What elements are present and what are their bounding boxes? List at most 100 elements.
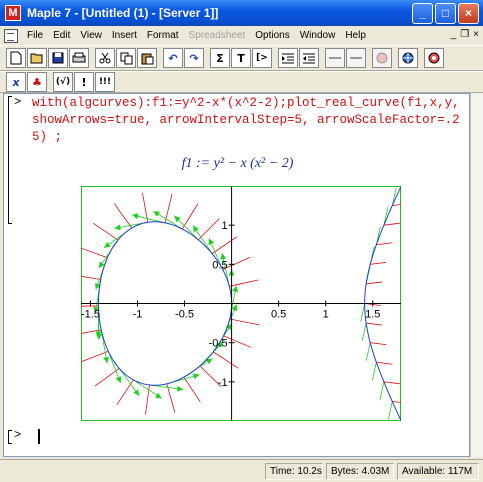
tangent-arrowhead <box>176 385 184 392</box>
cut-icon[interactable] <box>95 48 115 68</box>
paste-icon[interactable] <box>137 48 157 68</box>
vertical-scrollbar[interactable] <box>470 93 483 457</box>
tangent-arrowhead <box>232 285 239 293</box>
tangent-arrow <box>379 381 385 400</box>
normal-arrow <box>213 351 239 369</box>
prompt-icon[interactable]: [> <box>252 48 272 68</box>
tangent-arrowhead <box>104 241 111 248</box>
x-tick-label: -1 <box>133 309 143 321</box>
tangent-arrow <box>360 303 366 322</box>
normal-arrow <box>198 218 220 241</box>
main-toolbar: ↶ ↷ Σ T [> <box>0 45 483 71</box>
undo-icon[interactable]: ↶ <box>163 48 183 68</box>
maple-app-icon[interactable]: M <box>5 5 21 21</box>
tangent-arrow <box>371 362 377 381</box>
normal-arrow <box>79 247 108 259</box>
forward-icon[interactable] <box>346 48 366 68</box>
execute-icon[interactable]: ! <box>74 72 94 92</box>
tangent-arrowhead <box>133 389 140 396</box>
normal-arrow <box>370 261 387 265</box>
normal-arrow <box>229 318 260 326</box>
tangent-arrowhead <box>114 224 121 231</box>
command-input[interactable]: with(algcurves):f1:=y^2-x*(x^2-2);plot_r… <box>32 95 462 146</box>
normal-arrow <box>114 203 133 229</box>
new-icon[interactable] <box>6 48 26 68</box>
menu-items: File Edit View Insert Format Spreadsheet Optio… <box>22 30 371 41</box>
validate-icon[interactable]: (√) <box>53 72 73 92</box>
print-icon[interactable] <box>69 48 89 68</box>
execute-all-icon[interactable]: !!! <box>95 72 115 92</box>
tangent-arrowhead <box>155 392 162 399</box>
normal-arrow <box>71 274 101 280</box>
normal-arrow <box>370 342 387 346</box>
tangent-arrowhead <box>153 211 161 217</box>
normal-arrow <box>181 203 199 230</box>
doc-minimize-button[interactable]: _ <box>451 29 457 40</box>
menu-edit[interactable]: Edit <box>48 30 75 41</box>
normal-arrow <box>211 236 238 254</box>
redo-icon[interactable]: ↷ <box>184 48 204 68</box>
indent-icon[interactable] <box>278 48 298 68</box>
normal-arrow <box>164 193 173 223</box>
maple-leaf-icon[interactable]: ♣ <box>27 72 47 92</box>
input-prompt: > <box>14 95 22 109</box>
text-icon[interactable]: T <box>231 48 251 68</box>
worksheet[interactable]: > with(algcurves):f1:=y^2-x*(x^2-2);plot… <box>3 93 470 457</box>
menu-file[interactable]: File <box>22 30 48 41</box>
menu-insert[interactable]: Insert <box>107 30 142 41</box>
title-bar: M Maple 7 - [Untitled (1) - [Server 1]] … <box>0 0 483 26</box>
menu-format[interactable]: Format <box>142 30 184 41</box>
tangent-arrow <box>361 322 367 342</box>
x-tick-label: 0.5 <box>271 309 286 321</box>
minimize-button[interactable]: _ <box>412 3 433 24</box>
stop-icon[interactable] <box>372 48 392 68</box>
math-input-icon[interactable]: x <box>6 72 26 92</box>
x-tick-label: -0.5 <box>175 309 194 321</box>
zoom-icon[interactable] <box>398 48 418 68</box>
normal-arrow <box>383 381 400 385</box>
sum-icon[interactable]: Σ <box>210 48 230 68</box>
curve-plot[interactable]: -1.5 -1 -0.5 0.5 1 1.5 1 0.5 -0.5 -1 <box>68 167 418 440</box>
window-controls: _ □ × <box>412 3 479 24</box>
tangent-arrowhead <box>95 333 102 340</box>
normal-arrow <box>92 222 119 241</box>
save-icon[interactable] <box>48 48 68 68</box>
doc-restore-button[interactable]: ❐ <box>460 29 469 40</box>
x-tick-label: 1 <box>323 309 329 321</box>
tangent-arrowhead <box>192 373 200 380</box>
copy-icon[interactable] <box>116 48 136 68</box>
x-tick-label: -1.5 <box>81 309 100 321</box>
doc-close-button[interactable]: × <box>473 29 479 40</box>
maximize-button[interactable]: □ <box>435 3 456 24</box>
x-tick-label: 1.5 <box>365 309 380 321</box>
back-icon[interactable] <box>325 48 345 68</box>
execution-group-bracket-2[interactable] <box>8 430 12 444</box>
status-available: Available: 117M <box>397 462 479 480</box>
menu-view[interactable]: View <box>75 30 107 41</box>
tangent-arrow <box>391 187 397 206</box>
input-prompt-2: > <box>14 428 22 442</box>
normal-arrow <box>376 361 393 365</box>
tangent-arrowhead <box>131 213 139 220</box>
plot-region[interactable]: -1.5 -1 -0.5 0.5 1 1.5 1 0.5 -0.5 -1 <box>68 167 418 440</box>
window-title: Maple 7 - [Untitled (1) - [Server 1]] <box>27 6 219 20</box>
close-button[interactable]: × <box>458 3 479 24</box>
document-window-controls: _ ❐ × <box>451 29 479 40</box>
outdent-icon[interactable] <box>299 48 319 68</box>
menu-spreadsheet[interactable]: Spreadsheet <box>184 30 251 41</box>
menu-options[interactable]: Options <box>250 30 294 41</box>
open-icon[interactable] <box>27 48 47 68</box>
tangent-arrowhead <box>103 356 110 364</box>
tangent-arrow <box>387 401 393 420</box>
y-tick-label: 1 <box>221 220 227 232</box>
normal-arrow <box>383 222 400 226</box>
help-icon[interactable] <box>424 48 444 68</box>
tangent-arrowhead <box>192 225 199 233</box>
menu-help[interactable]: Help <box>340 30 371 41</box>
y-tick-label: -0.5 <box>209 338 228 350</box>
menu-window[interactable]: Window <box>295 30 341 41</box>
document-icon[interactable] <box>4 28 18 43</box>
normal-arrow <box>183 376 201 403</box>
context-toolbar: x ♣ (√) ! !!! <box>0 71 483 93</box>
math-output: f1 := y² − x (x² − 2) <box>181 156 294 171</box>
